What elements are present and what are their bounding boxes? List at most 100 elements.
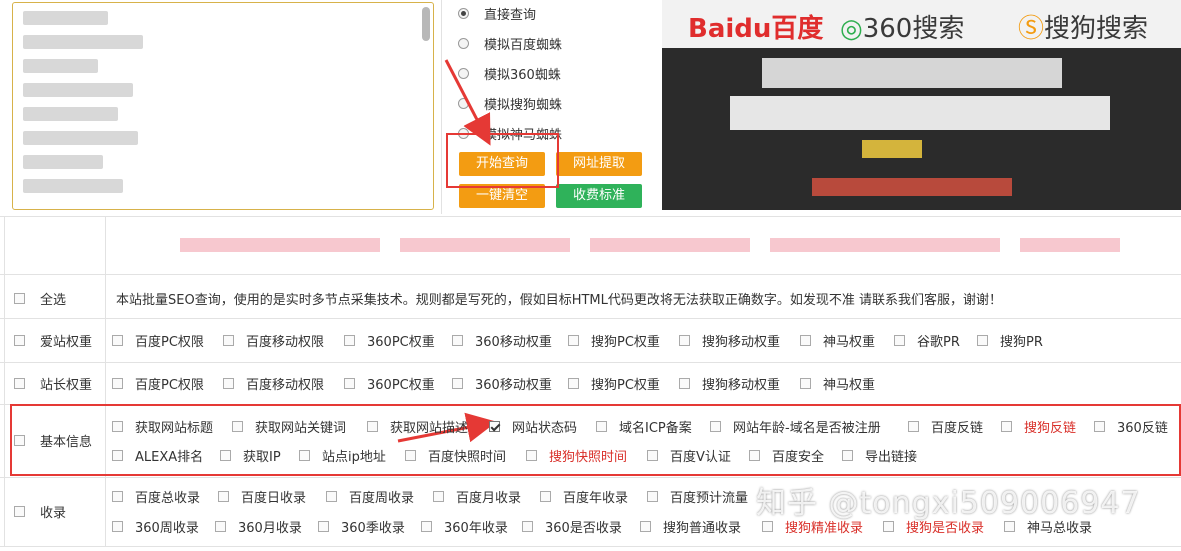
option-label: 360移动权重: [475, 377, 552, 393]
option-checkbox[interactable]: [218, 490, 229, 502]
option-label: 360PC权重: [367, 377, 435, 393]
option-checkbox[interactable]: [421, 520, 432, 532]
option-1-4[interactable]: 搜狗PC权重: [568, 374, 660, 393]
option-label: 百度周收录: [349, 490, 415, 506]
option-3-10[interactable]: 360是否收录: [522, 517, 622, 536]
option-checkbox[interactable]: [894, 334, 905, 346]
option-label: 搜狗移动权重: [702, 377, 781, 393]
option-checkbox[interactable]: [223, 377, 234, 389]
option-1-1[interactable]: 百度移动权限: [223, 374, 325, 393]
select-all-label: 全选: [40, 292, 67, 308]
watermark: 知乎 @tongxi509006947: [756, 486, 1141, 521]
option-checkbox[interactable]: [344, 377, 355, 389]
option-label: 360年收录: [444, 520, 508, 536]
option-0-3[interactable]: 360移动权重: [452, 331, 552, 350]
row-checkbox[interactable]: [14, 334, 25, 346]
option-3-11[interactable]: 搜狗普通收录: [640, 517, 741, 536]
option-checkbox[interactable]: [452, 377, 463, 389]
360-circle-icon: ◎: [840, 14, 863, 44]
option-checkbox[interactable]: [1004, 520, 1015, 532]
option-3-6[interactable]: 360周收录: [112, 517, 199, 536]
option-checkbox[interactable]: [762, 520, 773, 532]
row-checkbox[interactable]: [14, 377, 25, 389]
option-checkbox[interactable]: [433, 490, 444, 502]
option-label: 百度月收录: [456, 490, 522, 506]
option-3-7[interactable]: 360月收录: [215, 517, 302, 536]
option-3-1[interactable]: 百度日收录: [218, 487, 307, 506]
option-label: 百度PC权限: [135, 377, 204, 393]
option-checkbox[interactable]: [640, 520, 651, 532]
360-logo: ◎360搜索: [840, 14, 965, 44]
option-3-5[interactable]: 百度预计流量: [647, 487, 748, 506]
option-0-2[interactable]: 360PC权重: [344, 331, 435, 350]
option-0-6[interactable]: 神马权重: [800, 331, 876, 350]
option-label: 360PC权重: [367, 334, 435, 350]
select-all-checkbox[interactable]: [14, 292, 25, 304]
select-all[interactable]: 全选: [14, 289, 110, 308]
option-0-0[interactable]: 百度PC权限: [112, 331, 204, 350]
option-checkbox[interactable]: [452, 334, 463, 346]
row-label-indexing[interactable]: 收录: [14, 502, 110, 521]
option-1-3[interactable]: 360移动权重: [452, 374, 552, 393]
option-label: 百度日收录: [241, 490, 307, 506]
option-0-7[interactable]: 谷歌PR: [894, 331, 960, 350]
option-1-5[interactable]: 搜狗移动权重: [679, 374, 781, 393]
row-label-zhanzhang[interactable]: 站长权重: [14, 374, 110, 393]
option-3-8[interactable]: 360季收录: [318, 517, 405, 536]
sogou-logo: Ⓢ搜狗搜索: [1018, 14, 1149, 44]
option-label: 搜狗PC权重: [591, 377, 660, 393]
option-label: 360是否收录: [545, 520, 622, 536]
option-3-2[interactable]: 百度周收录: [326, 487, 415, 506]
option-checkbox[interactable]: [223, 334, 234, 346]
row-label-aizhan[interactable]: 爱站权重: [14, 331, 110, 350]
option-checkbox[interactable]: [883, 520, 894, 532]
option-checkbox[interactable]: [679, 377, 690, 389]
option-checkbox[interactable]: [522, 520, 533, 532]
option-checkbox[interactable]: [344, 334, 355, 346]
option-checkbox[interactable]: [568, 377, 579, 389]
option-1-0[interactable]: 百度PC权限: [112, 374, 204, 393]
option-3-0[interactable]: 百度总收录: [112, 487, 201, 506]
option-label: 百度总收录: [135, 490, 201, 506]
option-label: 百度移动权限: [246, 377, 325, 393]
option-label: 神马权重: [823, 334, 876, 350]
option-0-5[interactable]: 搜狗移动权重: [679, 331, 781, 350]
option-label: 搜狗移动权重: [702, 334, 781, 350]
option-label: 360月收录: [238, 520, 302, 536]
option-checkbox[interactable]: [800, 377, 811, 389]
option-checkbox[interactable]: [647, 490, 658, 502]
option-checkbox[interactable]: [112, 520, 123, 532]
option-checkbox[interactable]: [977, 334, 988, 346]
option-label: 360移动权重: [475, 334, 552, 350]
option-3-9[interactable]: 360年收录: [421, 517, 508, 536]
option-checkbox[interactable]: [800, 334, 811, 346]
option-checkbox[interactable]: [215, 520, 226, 532]
option-label: 百度年收录: [563, 490, 629, 506]
option-checkbox[interactable]: [679, 334, 690, 346]
sogou-s-icon: Ⓢ: [1018, 14, 1045, 44]
option-label: 谷歌PR: [917, 334, 960, 350]
option-checkbox[interactable]: [112, 490, 123, 502]
option-3-3[interactable]: 百度月收录: [433, 487, 522, 506]
option-checkbox[interactable]: [112, 377, 123, 389]
option-checkbox[interactable]: [540, 490, 551, 502]
search-engine-preview: Baidu百度 ◎360搜索 Ⓢ搜狗搜索: [662, 0, 1181, 210]
option-checkbox[interactable]: [326, 490, 337, 502]
option-checkbox[interactable]: [318, 520, 329, 532]
arrow-to-start-query: [444, 59, 491, 146]
option-label: 百度移动权限: [246, 334, 325, 350]
option-1-6[interactable]: 神马权重: [800, 374, 875, 393]
option-1-2[interactable]: 360PC权重: [344, 374, 435, 393]
option-0-4[interactable]: 搜狗PC权重: [568, 331, 660, 350]
option-checkbox[interactable]: [568, 334, 579, 346]
row-checkbox[interactable]: [14, 505, 25, 517]
option-0-8[interactable]: 搜狗PR: [977, 331, 1043, 350]
logo-strip: Baidu百度 ◎360搜索 Ⓢ搜狗搜索: [662, 0, 1181, 48]
option-checkbox[interactable]: [112, 334, 123, 346]
option-label: 360季收录: [341, 520, 405, 536]
option-3-4[interactable]: 百度年收录: [540, 487, 629, 506]
baidu-logo: Baidu百度: [688, 14, 824, 44]
option-label: 360周收录: [135, 520, 199, 536]
option-0-1[interactable]: 百度移动权限: [223, 331, 325, 350]
notice-text: 本站批量SEO查询，使用的是实时多节点采集技术。规则都是写死的，假如目标HTML…: [116, 293, 1003, 308]
